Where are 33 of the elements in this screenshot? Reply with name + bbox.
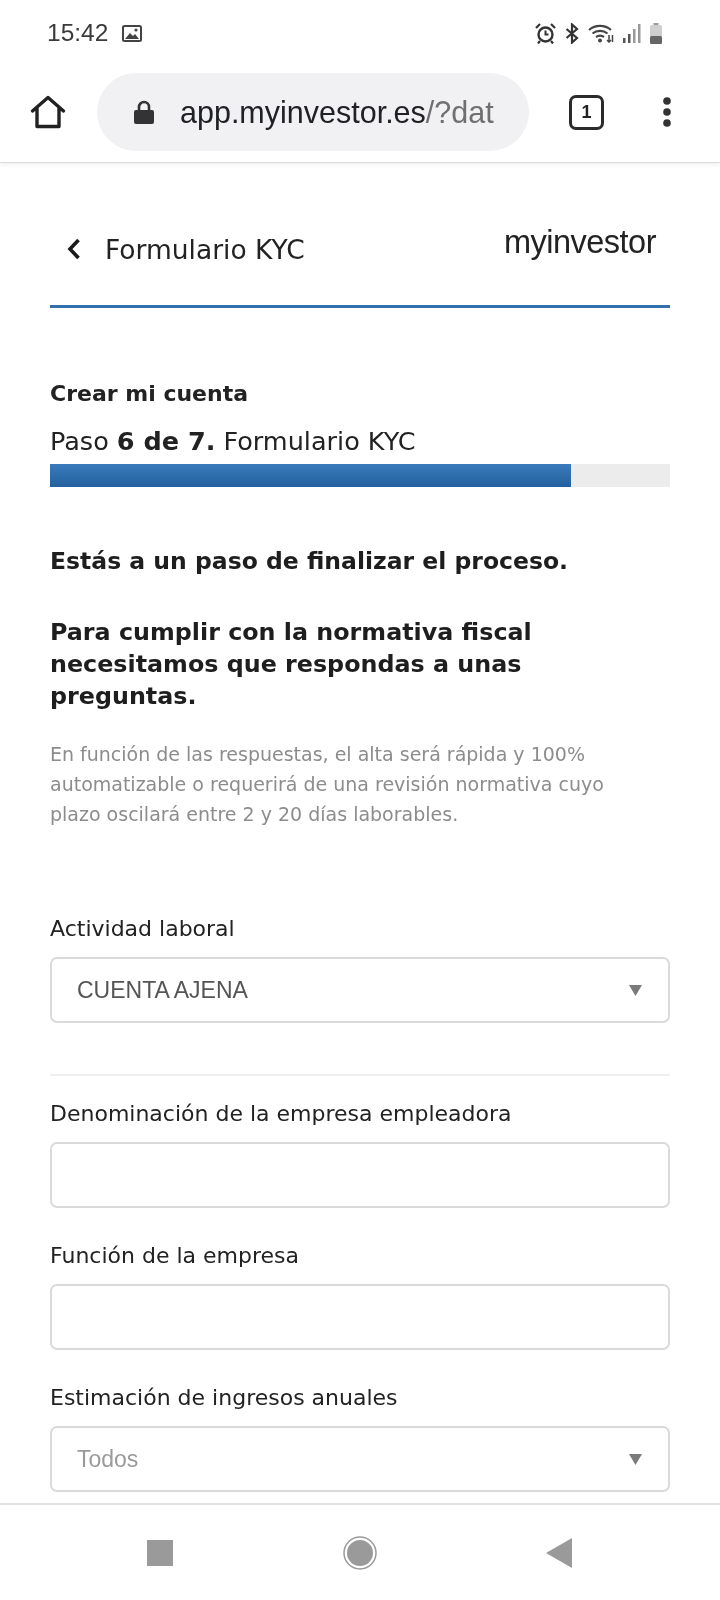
battery-icon	[650, 22, 662, 44]
bluetooth-icon	[565, 22, 579, 44]
caret-down-icon	[629, 1453, 642, 1465]
text-input[interactable]	[50, 1284, 670, 1350]
caret-down-icon	[629, 984, 642, 996]
back-icon[interactable]	[546, 1537, 572, 1568]
alarm-icon	[535, 22, 556, 44]
signal-icon	[623, 23, 641, 43]
square-icon[interactable]	[147, 1539, 173, 1566]
address-bar[interactable]: app.myinvestor.es/?dat	[97, 73, 529, 151]
field-label: Denominación de la empresa empleadora	[50, 1101, 513, 1127]
url-text: app.myinvestor.es/?dat	[180, 94, 494, 130]
brand-logo: myinvestor	[503, 223, 656, 261]
lead-text: Estás a un paso de finalizar el proceso.	[50, 547, 569, 575]
status-time: 15:42	[47, 19, 109, 47]
select-field[interactable]: CUENTA AJENA	[50, 957, 670, 1023]
field-label: Función de la empresa	[50, 1243, 300, 1269]
menu-icon[interactable]	[663, 97, 671, 127]
home-icon[interactable]	[30, 95, 66, 129]
circle-icon[interactable]	[342, 1535, 377, 1570]
text-input[interactable]	[50, 1142, 670, 1208]
section-heading: Crear mi cuenta	[50, 381, 250, 406]
wifi-icon	[588, 23, 614, 43]
field-label: Actividad laboral	[50, 916, 236, 942]
lock-icon	[134, 100, 154, 124]
field-label: Estimación de ingresos anuales	[50, 1385, 399, 1411]
note-text: En función de las respuestas, el alta será rápida y 100% automatizable o requerirá de una revisión normativa cuyo plazo oscilará entre 2 y 20 días laborables.	[50, 742, 605, 827]
tab-switcher-button[interactable]: 1	[569, 94, 604, 130]
intro-heading: Para cumplir con la normativa fiscal necesitamos que respondas a unas preguntas.	[50, 617, 533, 712]
page-title: Formulario KYC	[105, 233, 305, 265]
image-icon	[122, 24, 143, 42]
step-text: Paso 6 de 7. Formulario KYC	[50, 426, 417, 456]
back-chevron-icon[interactable]	[67, 238, 81, 260]
